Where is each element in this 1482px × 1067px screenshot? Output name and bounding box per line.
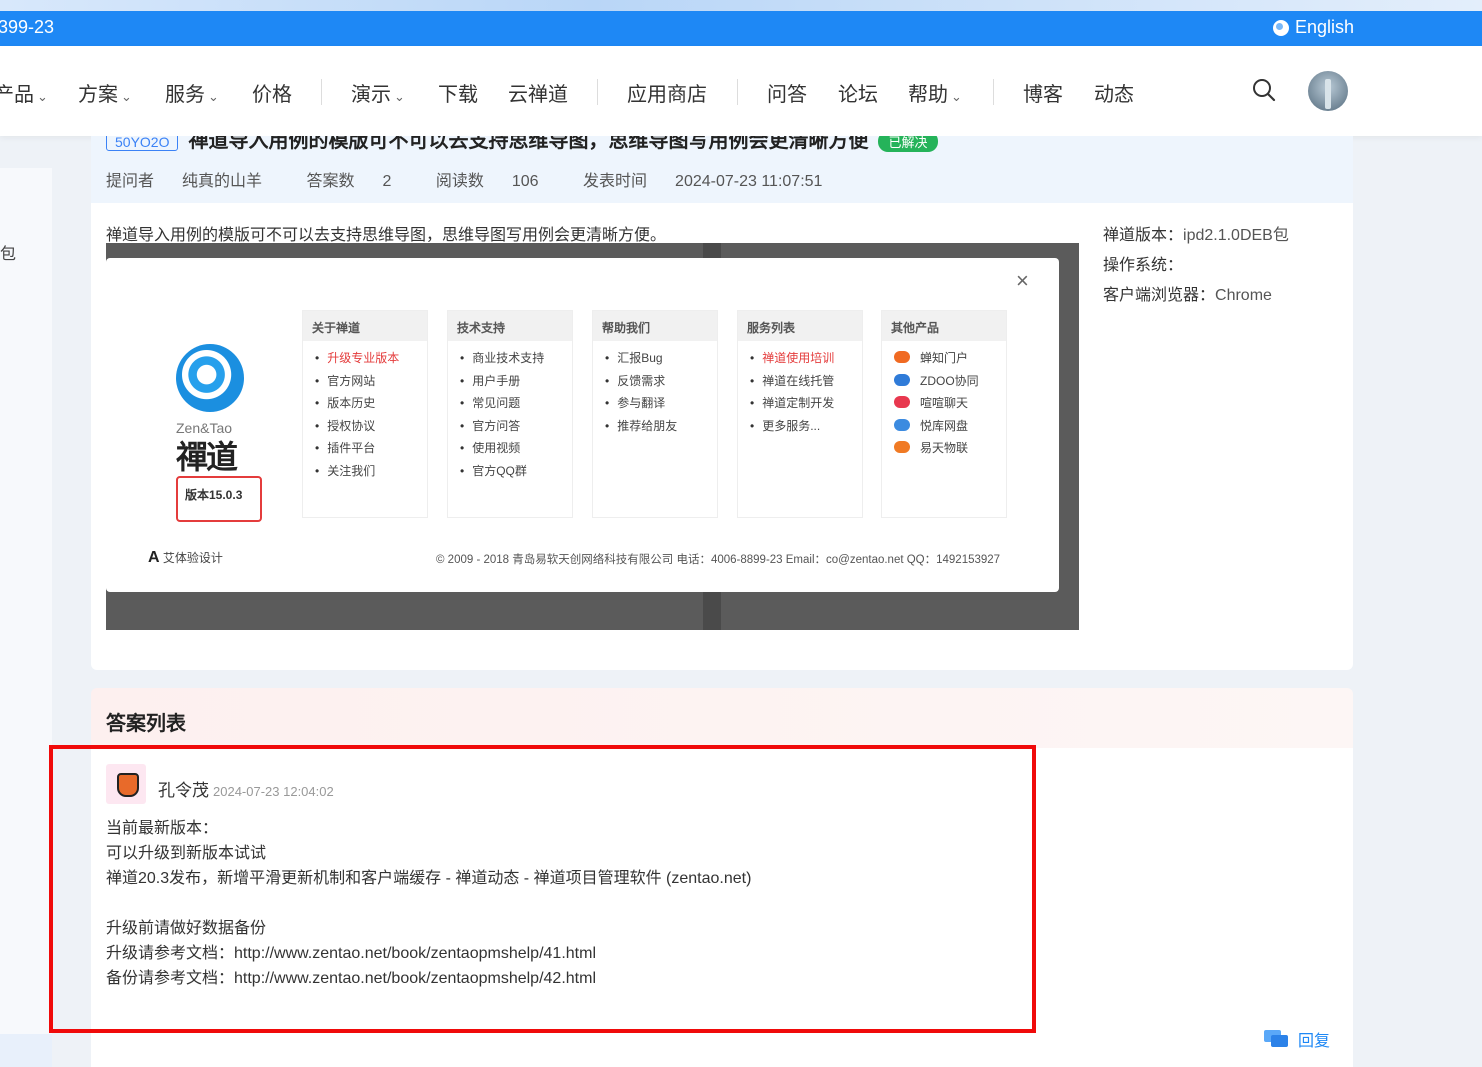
highlight-box xyxy=(49,745,1036,1033)
yitian-icon xyxy=(894,441,910,453)
nav-divider xyxy=(597,79,598,105)
dialog-link[interactable]: 蝉知门户 xyxy=(894,347,1006,370)
sidebar-active-item[interactable] xyxy=(0,1034,52,1067)
design-credit: A 艾体验设计 xyxy=(148,549,223,566)
question-title: 禅道导入用例的模版可不可以去支持思维导图，思维导图写用例会更清晰方便 xyxy=(188,136,869,152)
question-card: 50YO2O 禅道导入用例的模版可不可以去支持思维导图，思维导图写用例会更清晰方便… xyxy=(91,136,1353,670)
top-gradient xyxy=(0,0,1482,11)
language-switch[interactable]: English xyxy=(1272,17,1354,38)
chevron-down-icon: ⌄ xyxy=(951,89,962,104)
question-id-badge: 50YO2O xyxy=(106,136,179,151)
dialog-link[interactable]: 授权协议 xyxy=(315,415,427,438)
answers-header: 答案列表 xyxy=(91,688,1353,748)
answers-heading: 答案列表 xyxy=(106,713,186,735)
chat-bubble-icon xyxy=(1264,1030,1288,1048)
language-label: English xyxy=(1294,17,1354,37)
zdoo-icon xyxy=(894,373,910,386)
dialog-link[interactable]: 商业技术支持 xyxy=(460,347,572,370)
dialog-link[interactable]: 参与翻译 xyxy=(605,392,717,415)
dialog-column: 技术支持 商业技术支持 用户手册 常见问题 官方问答 使用视频 官方QQ群 xyxy=(447,310,573,518)
dialog-link[interactable]: 升级专业版本 xyxy=(315,347,427,370)
globe-icon xyxy=(1272,19,1289,36)
close-icon[interactable]: × xyxy=(1016,268,1029,294)
main-nav: 产品 ⌄ 方案 ⌄ 服务 ⌄ 价格 演示 ⌄ 下载 云禅道 应用商店 问答 论坛 帮助 ⌄… xyxy=(0,46,1482,136)
dialog-link[interactable]: 禅道定制开发 xyxy=(750,392,862,415)
dialog-link[interactable]: 易天物联 xyxy=(894,437,1006,460)
dialog-column: 关于禅道 升级专业版本 官方网站 版本历史 授权协议 插件平台 关注我们 xyxy=(302,310,428,518)
sidebar-text-fragment: 包 xyxy=(0,246,17,263)
question-title-row: 50YO2O 禅道导入用例的模版可不可以去支持思维导图，思维导图写用例会更清晰方便… xyxy=(106,136,938,153)
dialog-link[interactable]: 禅道使用培训 xyxy=(750,347,862,370)
yueku-icon xyxy=(894,418,910,431)
hotline-number: 399-23 xyxy=(0,17,55,37)
post-time: 2024-07-23 11:07:51 xyxy=(675,173,823,190)
dialog-link[interactable]: 更多服务... xyxy=(750,415,862,438)
dialog-column: 服务列表 禅道使用培训 禅道在线托管 禅道定制开发 更多服务... xyxy=(737,310,863,518)
nav-item-news[interactable]: 动态 xyxy=(1094,78,1134,107)
dialog-column: 其他产品 蝉知门户 ZDOO协同 喧喧聊天 悦库网盘 易天物联 xyxy=(881,310,1007,518)
read-count: 106 xyxy=(511,173,539,190)
design-logo-icon: A xyxy=(148,549,160,566)
dialog-footer: © 2009 - 2018 青岛易软天创网络科技有限公司 电话：4006-889… xyxy=(436,554,1001,566)
left-sidebar: 包 xyxy=(0,168,52,1067)
chevron-down-icon: ⌄ xyxy=(208,89,219,104)
xuanxuan-icon xyxy=(894,396,910,408)
nav-divider xyxy=(993,79,994,105)
nav-item-products[interactable]: 产品 ⌄ xyxy=(0,78,48,107)
nav-item-services[interactable]: 服务 ⌄ xyxy=(165,78,219,107)
dialog-link[interactable]: 官方QQ群 xyxy=(460,460,572,483)
dialog-link[interactable]: 使用视频 xyxy=(460,437,572,460)
dialog-link[interactable]: 插件平台 xyxy=(315,437,427,460)
nav-item-demo[interactable]: 演示 ⌄ xyxy=(351,78,405,107)
logo-swirl-icon xyxy=(176,344,244,412)
nav-item-cloud[interactable]: 云禅道 xyxy=(508,78,568,107)
nav-divider xyxy=(737,79,738,105)
user-avatar[interactable] xyxy=(1308,71,1348,111)
solved-badge: 已解决 xyxy=(878,136,938,152)
about-dialog: × Zen&Tao 禪道 版本15.0.3 关于禅道 升级专业版本 官方网站 版… xyxy=(106,258,1059,592)
nav-item-solutions[interactable]: 方案 ⌄ xyxy=(78,78,132,107)
chanzhi-icon xyxy=(894,351,910,363)
search-icon[interactable] xyxy=(1252,78,1276,102)
nav-divider xyxy=(321,79,322,105)
dialog-column: 帮助我们 汇报Bug 反馈需求 参与翻译 推荐给朋友 xyxy=(592,310,718,518)
dialog-link[interactable]: 官方问答 xyxy=(460,415,572,438)
nav-item-app-store[interactable]: 应用商店 xyxy=(627,78,707,107)
chevron-down-icon: ⌄ xyxy=(37,89,48,104)
dialog-link[interactable]: 常见问题 xyxy=(460,392,572,415)
attached-screenshot[interactable]: × Zen&Tao 禪道 版本15.0.3 关于禅道 升级专业版本 官方网站 版… xyxy=(106,243,1079,630)
dialog-link[interactable]: 推荐给朋友 xyxy=(605,415,717,438)
question-header: 50YO2O 禅道导入用例的模版可不可以去支持思维导图，思维导图写用例会更清晰方便… xyxy=(91,136,1353,203)
question-env-info: 禅道版本：ipd2.1.0DEB包 操作系统： 客户端浏览器：Chrome xyxy=(1103,227,1289,304)
dialog-link[interactable]: 版本历史 xyxy=(315,392,427,415)
reply-button[interactable]: 回复 xyxy=(1264,1027,1330,1051)
version-box: 版本15.0.3 xyxy=(176,476,262,522)
dialog-link[interactable]: 禅道在线托管 xyxy=(750,370,862,393)
zentao-version: ipd2.1.0DEB包 xyxy=(1183,227,1289,244)
topbar: 399-23 English xyxy=(0,11,1482,46)
browser-value: Chrome xyxy=(1215,287,1272,304)
asker-name[interactable]: 纯真的山羊 xyxy=(182,173,262,190)
dialog-link[interactable]: 用户手册 xyxy=(460,370,572,393)
chevron-down-icon: ⌄ xyxy=(121,89,132,104)
answer-count: 2 xyxy=(382,173,392,190)
dialog-link[interactable]: 关注我们 xyxy=(315,460,427,483)
nav-item-help[interactable]: 帮助 ⌄ xyxy=(908,78,962,107)
dialog-link[interactable]: 汇报Bug xyxy=(605,347,717,370)
zentao-logo: Zen&Tao 禪道 xyxy=(176,344,244,478)
dialog-link[interactable]: 反馈需求 xyxy=(605,370,717,393)
nav-item-blog[interactable]: 博客 xyxy=(1023,78,1063,107)
question-meta: 提问者 纯真的山羊 答案数 2 阅读数 106 发表时间 2024-07-23 11:0… xyxy=(106,173,823,190)
nav-item-pricing[interactable]: 价格 xyxy=(252,78,292,107)
nav-item-download[interactable]: 下载 xyxy=(438,78,478,107)
dialog-link[interactable]: 喧喧聊天 xyxy=(894,392,1006,415)
dialog-link[interactable]: ZDOO协同 xyxy=(894,370,1006,393)
chevron-down-icon: ⌄ xyxy=(394,89,405,104)
question-body: 禅道导入用例的模版可不可以去支持思维导图，思维导图写用例会更清晰方便。 xyxy=(106,227,667,244)
dialog-link[interactable]: 悦库网盘 xyxy=(894,415,1006,438)
nav-item-forum[interactable]: 论坛 xyxy=(838,78,878,107)
dialog-link[interactable]: 官方网站 xyxy=(315,370,427,393)
nav-item-qa[interactable]: 问答 xyxy=(767,78,807,107)
